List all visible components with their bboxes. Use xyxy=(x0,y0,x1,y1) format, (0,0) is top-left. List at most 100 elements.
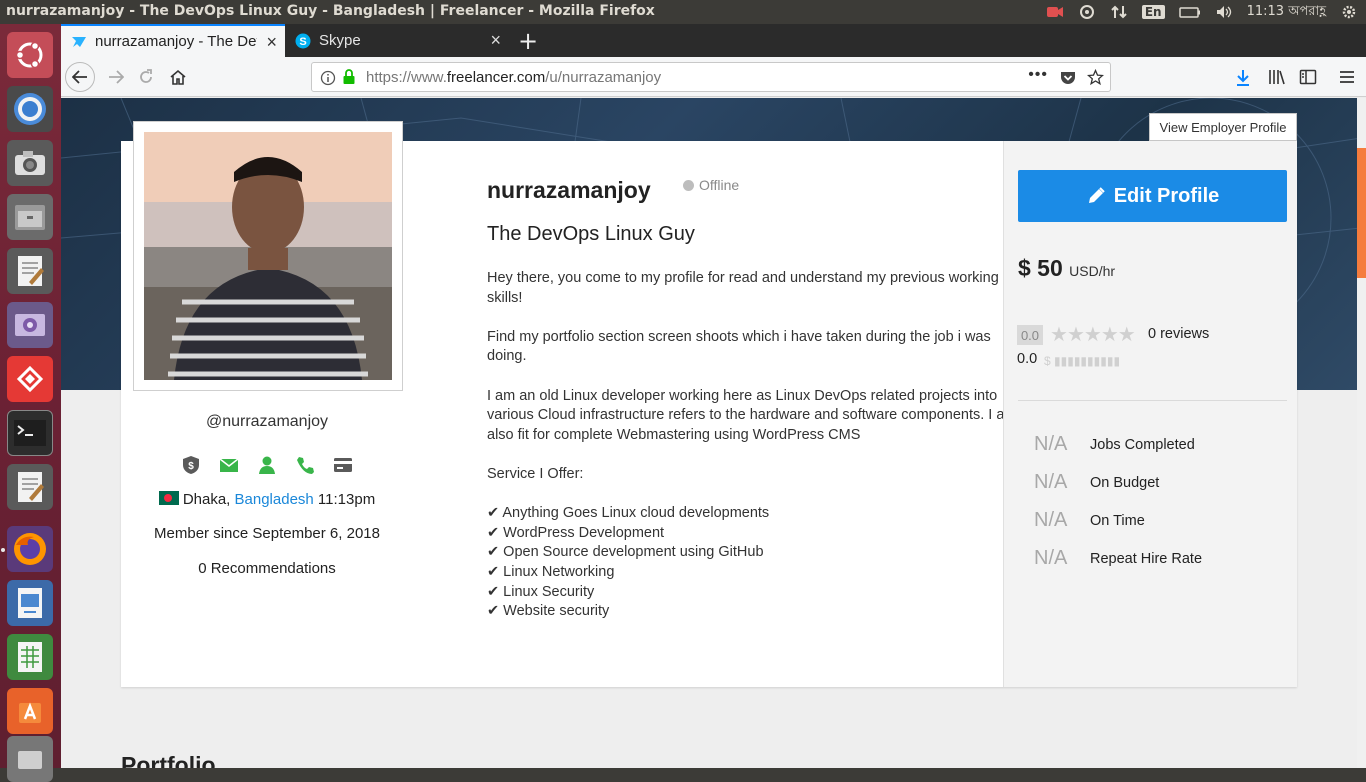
bangladesh-flag-icon xyxy=(158,491,179,505)
libreoffice-calc-icon[interactable] xyxy=(7,634,53,680)
tab-title: Skype xyxy=(319,32,361,49)
recommendations-count[interactable]: 0 Recommendations xyxy=(121,560,413,577)
stat-label-on-budget: On Budget xyxy=(1090,475,1160,491)
camera-app-icon[interactable] xyxy=(7,140,53,186)
pencil-icon xyxy=(1088,187,1105,203)
stat-value: N/A xyxy=(1034,471,1068,493)
text-editor-2-icon[interactable] xyxy=(7,464,53,510)
profile-handle: @nurrazamanjoy xyxy=(205,413,329,430)
view-employer-profile-button[interactable]: View Employer Profile xyxy=(1149,113,1297,141)
reload-icon xyxy=(140,69,152,83)
anydesk-icon[interactable] xyxy=(7,356,53,402)
location: Dhaka, Bangladesh 11:13pm xyxy=(121,491,413,508)
volume-icon[interactable] xyxy=(1215,4,1233,20)
service-item: ✔ Linux Security xyxy=(487,583,595,600)
service-item: ✔ Anything Goes Linux cloud developments xyxy=(487,505,770,522)
pocket-icon[interactable] xyxy=(1060,70,1076,85)
home-icon xyxy=(170,69,186,85)
status-dot xyxy=(683,179,694,191)
profile-verified-icon[interactable] xyxy=(257,455,277,475)
settings-gear-icon[interactable] xyxy=(1340,4,1358,20)
svg-text:$: $ xyxy=(188,461,194,472)
page-actions-icon[interactable]: ••• xyxy=(1028,66,1048,84)
battery-icon[interactable] xyxy=(1178,4,1201,20)
screen-recorder-icon[interactable] xyxy=(1046,4,1064,20)
skype-tray-icon[interactable] xyxy=(1078,4,1096,20)
star-icon: ★ xyxy=(1100,324,1119,346)
profile-card: @nurrazamanjoy $ Dhaka, Bangladesh 11:13… xyxy=(121,121,1297,687)
identity-verified-icon[interactable]: $ xyxy=(181,455,201,475)
profile-description: Hey there, you come to my profile for re… xyxy=(487,269,1017,622)
url-text[interactable]: https://www.freelancer.com/u/nurrazamanj… xyxy=(366,69,661,86)
edit-profile-button[interactable]: Edit Profile xyxy=(1018,170,1287,222)
arrow-right-icon xyxy=(109,70,124,84)
stat-value: N/A xyxy=(1034,509,1068,531)
bookmark-star-icon[interactable] xyxy=(1087,69,1104,86)
phone-verified-icon[interactable] xyxy=(295,455,315,475)
software-center-icon[interactable] xyxy=(7,688,53,734)
firefox-running-indicator xyxy=(1,548,5,552)
stat-value: N/A xyxy=(1034,547,1068,569)
files-icon[interactable] xyxy=(7,194,53,240)
svg-text:S: S xyxy=(299,36,306,48)
status-label: Offline xyxy=(699,177,740,193)
firefox-window: nurrazamanjoy - The DevOps Linux Guy - B… xyxy=(61,24,1366,768)
rating-stars: ★★★★★ xyxy=(1050,322,1136,347)
earnings-score: 0.0 xyxy=(1017,351,1038,367)
downloads-icon[interactable] xyxy=(1235,69,1251,87)
close-tab-icon[interactable]: × xyxy=(266,32,277,53)
new-tab-icon[interactable]: + xyxy=(518,27,538,55)
avatar-frame xyxy=(133,121,403,391)
tab-title: nurrazamanjoy - The DevOps Linux Guy - B… xyxy=(95,33,257,50)
back-button[interactable] xyxy=(65,62,95,92)
hourly-rate: $ 50 USD/hr xyxy=(1018,255,1115,282)
freelancer-favicon-icon xyxy=(72,36,86,47)
system-settings-icon[interactable] xyxy=(7,736,53,782)
forward-button[interactable] xyxy=(101,63,131,91)
stat-label-repeat-hire-rate: Repeat Hire Rate xyxy=(1090,551,1203,567)
keyboard-layout-indicator[interactable]: En xyxy=(1141,5,1165,19)
system-top-bar: nurrazamanjoy - The DevOps Linux Guy - B… xyxy=(0,0,1366,24)
libreoffice-impress-icon[interactable] xyxy=(7,580,53,626)
tab-skype[interactable]: S Skype × xyxy=(287,24,509,57)
portfolio-heading: Portfolio xyxy=(121,752,216,768)
edit-profile-label: Edit Profile xyxy=(1113,184,1220,207)
service-item: ✔ Linux Networking xyxy=(487,563,615,580)
terminal-icon[interactable] xyxy=(7,410,53,456)
location-country-link[interactable]: Bangladesh xyxy=(235,491,314,508)
home-button[interactable] xyxy=(163,63,193,91)
location-city: Dhaka, xyxy=(182,491,231,508)
library-icon[interactable] xyxy=(1268,69,1286,85)
tab-freelancer-profile[interactable]: nurrazamanjoy - The DevOps Linux Guy - B… xyxy=(61,24,285,57)
network-updown-icon[interactable] xyxy=(1110,4,1128,20)
text-editor-icon[interactable] xyxy=(7,248,53,294)
chrome-icon[interactable] xyxy=(7,86,53,132)
url-host: freelancer.com xyxy=(446,69,546,86)
reload-button[interactable] xyxy=(131,63,161,91)
close-tab-icon[interactable]: × xyxy=(490,30,501,51)
stat-value: N/A xyxy=(1034,433,1068,455)
star-icon: ★ xyxy=(1066,324,1085,346)
lock-icon xyxy=(343,69,355,84)
service-item: ✔ WordPress Development xyxy=(487,524,665,541)
system-clock[interactable]: 11:13 অপরাহ্ণ xyxy=(1247,2,1326,23)
hamburger-menu-icon[interactable] xyxy=(1339,69,1355,85)
divider xyxy=(1018,400,1287,401)
verification-icons: $ xyxy=(181,455,381,475)
address-bar[interactable]: https://www.freelancer.com/u/nurrazamanj… xyxy=(311,62,1111,92)
sidebar-toggle-icon[interactable] xyxy=(1299,69,1317,85)
url-prefix: https://www. xyxy=(366,69,447,86)
arrow-left-icon xyxy=(72,70,87,84)
description-paragraph: Hey there, you come to my profile for re… xyxy=(487,270,999,306)
info-icon[interactable] xyxy=(320,70,336,86)
payment-verified-icon[interactable] xyxy=(333,455,353,475)
earnings-bar-icon: $ ▮▮▮▮▮▮▮▮▮▮ xyxy=(1044,354,1121,368)
media-player-icon[interactable] xyxy=(7,302,53,348)
online-status: Offline xyxy=(683,177,739,193)
page-scrollbar-thumb[interactable] xyxy=(1357,148,1366,278)
ubuntu-dash-icon[interactable] xyxy=(7,32,53,78)
reviews-count[interactable]: 0 reviews xyxy=(1148,326,1209,342)
email-verified-icon[interactable] xyxy=(219,455,239,475)
firefox-icon[interactable] xyxy=(7,526,53,572)
rating-score-badge: 0.0 xyxy=(1017,325,1043,345)
